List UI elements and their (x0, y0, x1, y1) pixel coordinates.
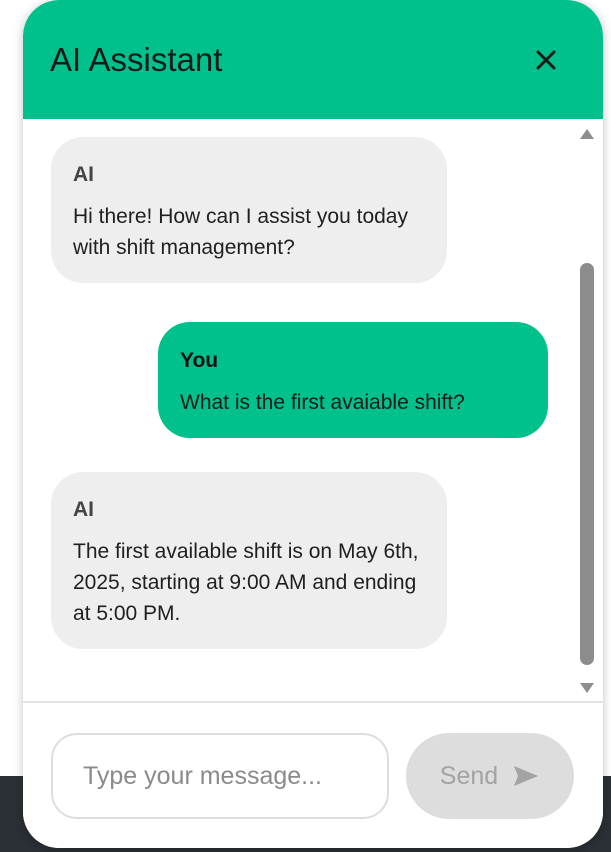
send-button-label: Send (439, 761, 499, 790)
message-text: What is the first avaiable shift? (180, 391, 465, 414)
send-button[interactable]: Send (406, 733, 574, 819)
message-sender: You (180, 349, 219, 372)
message-list[interactable]: AI Hi there! How can I assist you today … (23, 119, 603, 701)
ai-message: AI Hi there! How can I assist you today … (51, 137, 447, 283)
send-arrow-icon (514, 766, 539, 786)
user-message: You What is the first avaiable shift? (158, 322, 548, 438)
scrollbar-thumb[interactable] (580, 263, 594, 665)
close-icon (536, 50, 556, 70)
composer: Send (23, 701, 603, 848)
chat-title: AI Assistant (50, 41, 223, 78)
message-scrollbar[interactable] (576, 119, 596, 701)
message-text: Hi there! How can I assist you today wit… (73, 205, 408, 259)
chat-header: AI Assistant (23, 0, 603, 119)
message-input[interactable] (51, 733, 389, 819)
message-text: The first available shift is on May 6th,… (73, 540, 419, 625)
message-sender: AI (73, 498, 94, 521)
chat-window: AI Assistant AI Hi there! How can I assi… (23, 0, 603, 848)
close-button[interactable] (528, 42, 564, 78)
message-sender: AI (73, 163, 94, 186)
scroll-down-arrow-icon[interactable] (580, 683, 594, 693)
scroll-up-arrow-icon[interactable] (580, 129, 594, 139)
ai-message: AI The first available shift is on May 6… (51, 472, 447, 649)
